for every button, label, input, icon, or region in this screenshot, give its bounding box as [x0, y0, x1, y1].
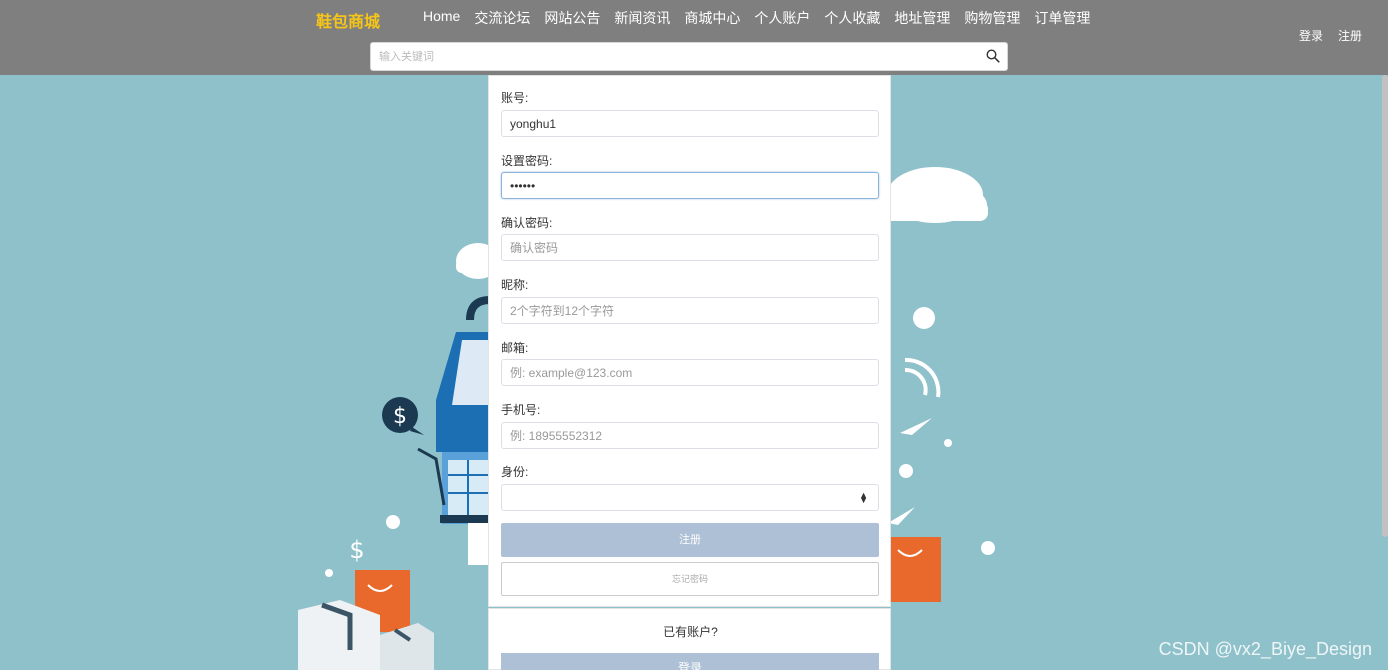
top-navbar: 鞋包商城 Home 交流论坛 网站公告 新闻资讯 商城中心 个人账户 个人收藏 …: [0, 0, 1388, 75]
register-link[interactable]: 注册: [1338, 27, 1362, 44]
main-nav: Home 交流论坛 网站公告 新闻资讯 商城中心 个人账户 个人收藏 地址管理 …: [423, 8, 1104, 28]
search-icon[interactable]: [986, 49, 1000, 63]
nav-news[interactable]: 新闻资讯: [614, 8, 670, 28]
account-label: 账号:: [501, 91, 529, 105]
shopping-bag-icon: [891, 537, 941, 602]
role-label: 身份:: [501, 465, 529, 479]
watermark-text: CSDN @vx2_Biye_Design: [1158, 639, 1372, 659]
search-bar: [370, 42, 1008, 71]
paper-plane-icon: [888, 507, 915, 525]
nickname-input[interactable]: [501, 297, 879, 324]
nickname-label: 昵称:: [501, 278, 529, 292]
password-label: 设置密码:: [501, 154, 553, 168]
register-form: 账号: 设置密码: 确认密码: 昵称: 邮箱: 手机号: 身份: ▲▼ 注册 忘…: [488, 75, 891, 607]
nav-address[interactable]: 地址管理: [894, 8, 950, 28]
dollar-icon: $: [382, 397, 424, 435]
confirm-password-input[interactable]: [501, 234, 879, 261]
brand-logo[interactable]: 鞋包商城: [316, 8, 380, 32]
select-arrows-icon: ▲ ▼: [859, 490, 868, 505]
account-input[interactable]: [501, 110, 879, 137]
phone-label: 手机号:: [501, 403, 541, 417]
svg-text:$: $: [393, 404, 407, 429]
search-input[interactable]: [379, 43, 979, 70]
nav-announcements[interactable]: 网站公告: [544, 8, 600, 28]
password-input[interactable]: [501, 172, 879, 199]
nav-shopping[interactable]: 购物管理: [964, 8, 1020, 28]
email-label: 邮箱:: [501, 341, 529, 355]
register-button[interactable]: 注册: [501, 523, 879, 557]
login-link[interactable]: 登录: [1299, 27, 1323, 44]
forgot-password-button[interactable]: 忘记密码: [501, 562, 879, 596]
email-input[interactable]: [501, 359, 879, 386]
signal-icon: [904, 357, 941, 398]
phone-input[interactable]: [501, 422, 879, 449]
paper-plane-icon: [900, 418, 932, 435]
page-scrollbar[interactable]: [1382, 75, 1388, 537]
have-account-text: 已有账户?: [663, 625, 718, 639]
nav-forum[interactable]: 交流论坛: [474, 8, 530, 28]
nav-personal-account[interactable]: 个人账户: [754, 8, 810, 28]
login-button[interactable]: 登录: [501, 653, 879, 670]
dollar-icon: $: [349, 536, 364, 564]
login-section: 已有账户? 登录: [488, 608, 891, 670]
confirm-password-label: 确认密码:: [501, 216, 553, 230]
nav-mall-center[interactable]: 商城中心: [684, 8, 740, 28]
nav-home[interactable]: Home: [423, 8, 460, 28]
nav-favorites[interactable]: 个人收藏: [824, 8, 880, 28]
role-select[interactable]: ▲ ▼: [501, 484, 879, 511]
store-icon: [417, 296, 491, 565]
cloud-icon: [880, 167, 988, 223]
package-icon: [298, 600, 434, 670]
nav-orders[interactable]: 订单管理: [1034, 8, 1090, 28]
